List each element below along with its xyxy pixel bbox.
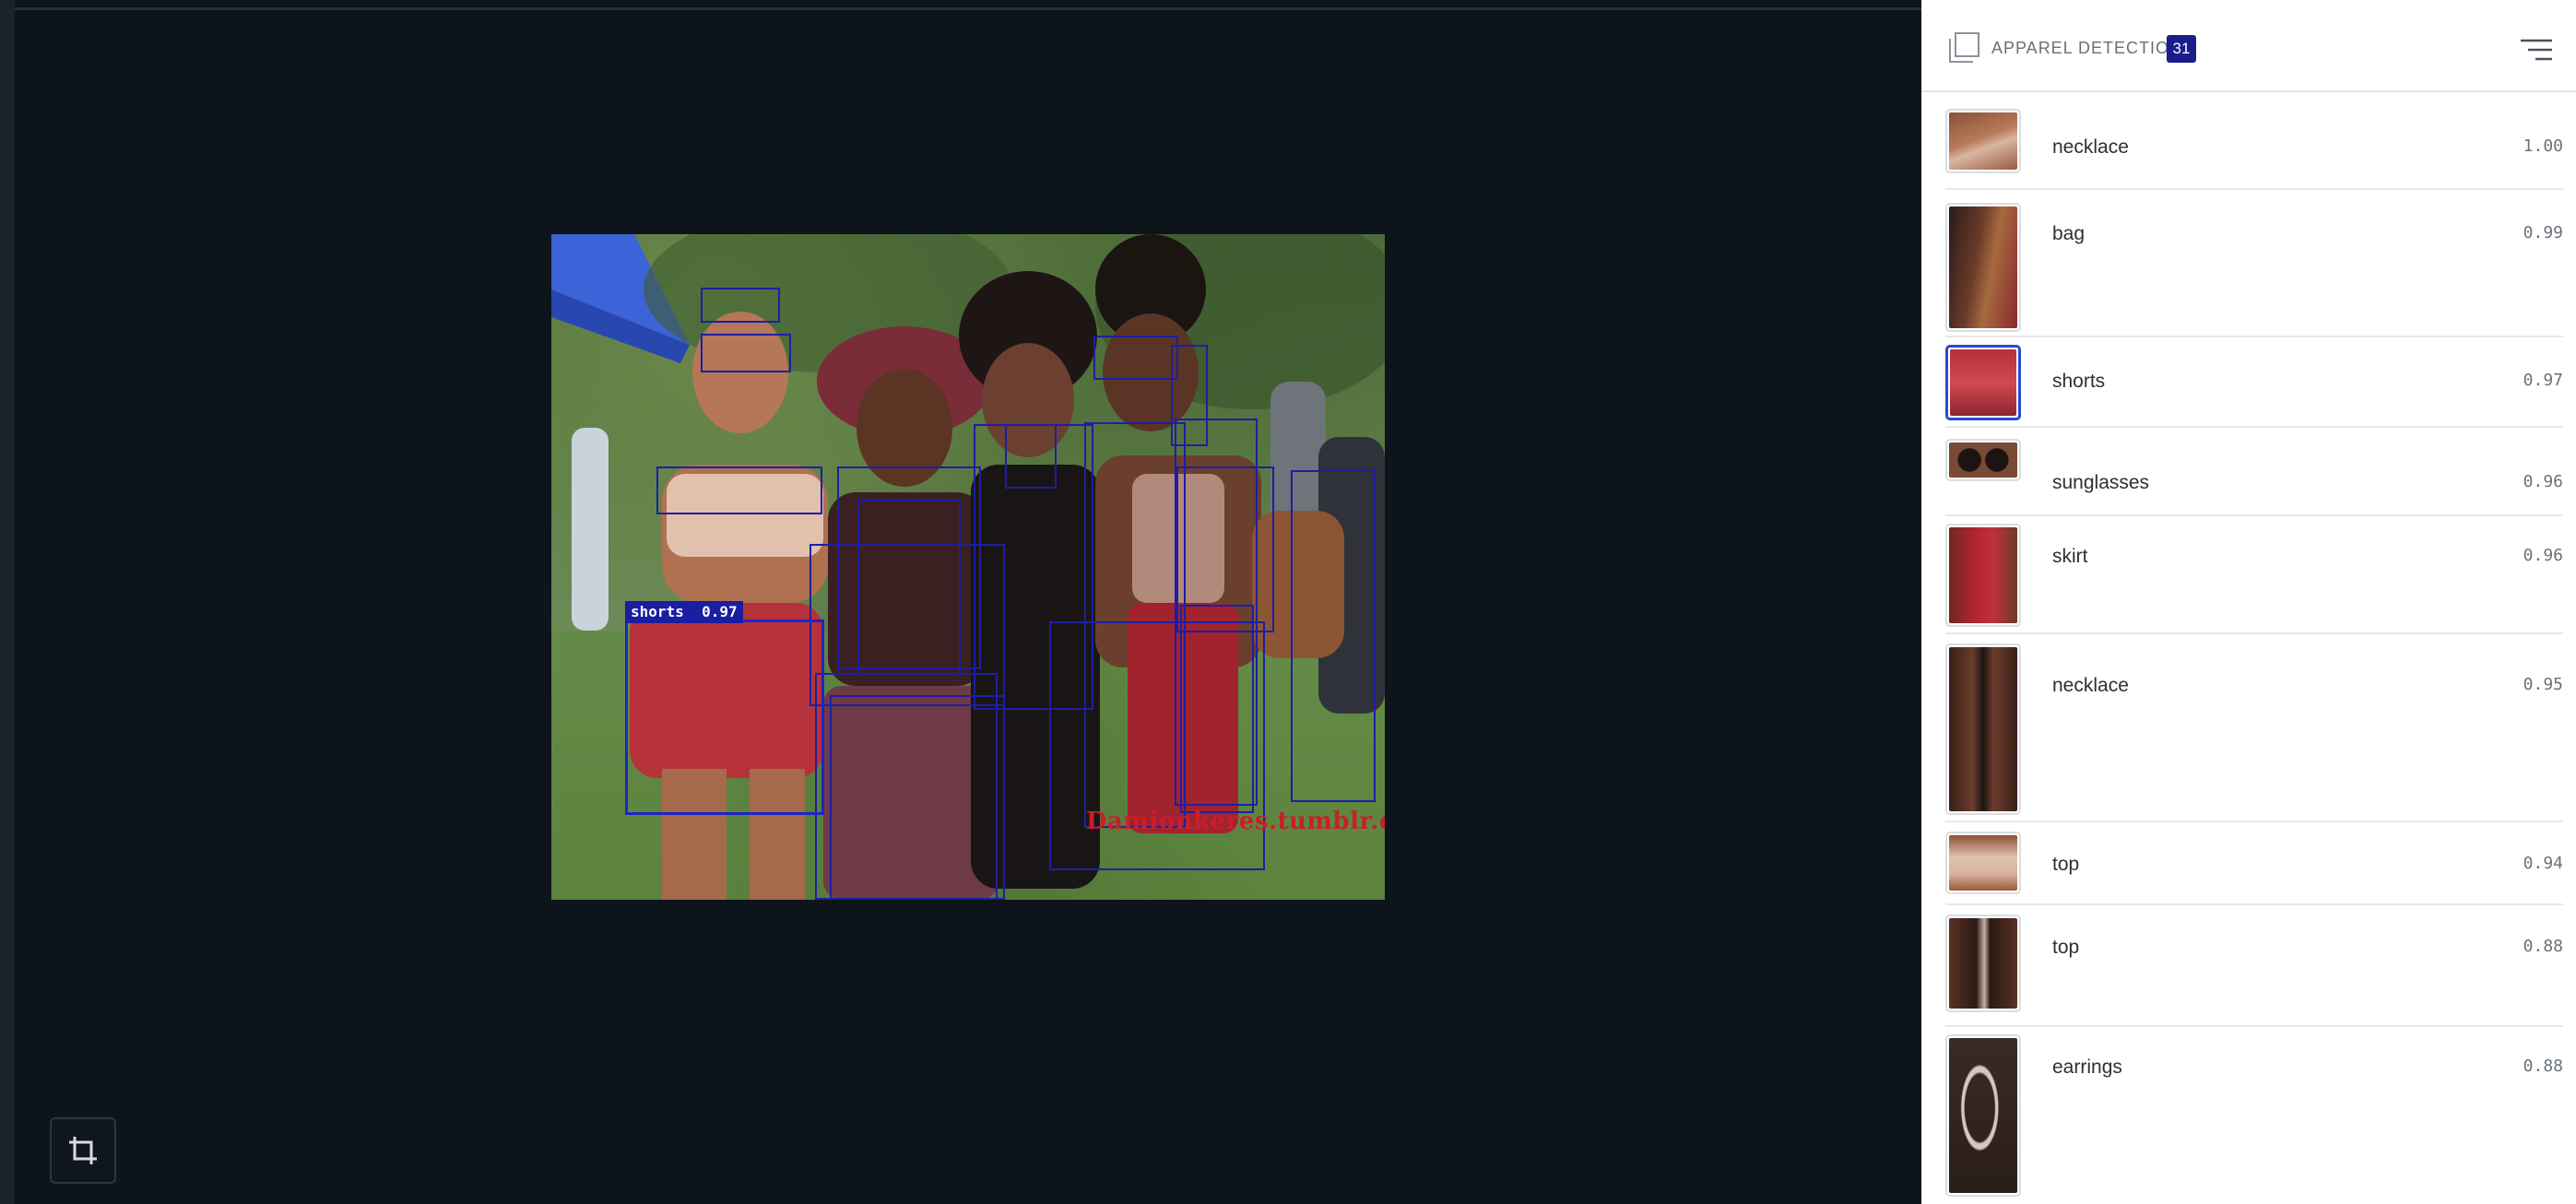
crop-icon bbox=[69, 1137, 97, 1164]
detection-count-badge: 31 bbox=[2167, 35, 2196, 63]
detection-list-item-selected[interactable]: shorts 0.97 bbox=[1945, 337, 2563, 428]
detection-label: top bbox=[2052, 854, 2080, 875]
detection-list-item[interactable]: necklace 1.00 bbox=[1945, 94, 2563, 190]
detection-list-item[interactable]: top 0.88 bbox=[1945, 905, 2563, 1027]
detection-score: 0.88 bbox=[2523, 937, 2563, 956]
detection-box-sunglasses-2[interactable] bbox=[1093, 336, 1178, 380]
detection-label: necklace bbox=[2052, 136, 2129, 158]
detection-score: 1.00 bbox=[2523, 136, 2563, 156]
detection-list: necklace 1.00 bag 0.99 shorts 0.97 sungl… bbox=[1945, 94, 2576, 1204]
detection-score: 0.99 bbox=[2523, 223, 2563, 242]
detection-list-item[interactable]: necklace 0.95 bbox=[1945, 634, 2563, 822]
detection-panel: APPAREL DETECTION 31 necklace 1.00 bag 0… bbox=[1921, 0, 2576, 1204]
main-image[interactable]: shorts 0.97 Damionkeres.tumblr.com bbox=[551, 234, 1385, 900]
detection-list-item[interactable]: bag 0.99 bbox=[1945, 190, 2563, 337]
detection-score: 0.88 bbox=[2523, 1056, 2563, 1076]
top-divider bbox=[15, 7, 1921, 10]
detection-box-shorts-selected[interactable] bbox=[625, 620, 824, 815]
left-edge-strip bbox=[0, 0, 15, 1204]
selected-detection-name: shorts bbox=[631, 603, 684, 620]
detection-list-item[interactable]: earrings 0.88 bbox=[1945, 1027, 2563, 1204]
detection-box-glasses[interactable] bbox=[701, 334, 791, 372]
detection-label: bag bbox=[2052, 223, 2086, 244]
detection-score: 0.96 bbox=[2523, 472, 2563, 491]
detection-thumbnail bbox=[1945, 832, 2021, 894]
detection-list-item[interactable]: sunglasses 0.96 bbox=[1945, 428, 2563, 516]
copy-icon[interactable] bbox=[1947, 31, 1980, 65]
selected-detection-label: shorts 0.97 bbox=[625, 601, 743, 623]
detection-label: sunglasses bbox=[2052, 472, 2150, 493]
sort-menu-icon[interactable] bbox=[2519, 37, 2554, 65]
detection-score: 0.95 bbox=[2523, 675, 2563, 694]
detection-box-jewelry[interactable] bbox=[1005, 424, 1057, 489]
detection-thumbnail bbox=[1945, 203, 2021, 332]
detection-thumbnail bbox=[1945, 524, 2021, 627]
panel-header: APPAREL DETECTION 31 bbox=[1921, 0, 2576, 92]
detection-score: 0.94 bbox=[2523, 854, 2563, 873]
detection-list-item[interactable]: top 0.94 bbox=[1945, 822, 2563, 905]
detection-thumbnail bbox=[1945, 643, 2021, 815]
detection-thumbnail-selected bbox=[1945, 345, 2021, 420]
detection-box-top[interactable] bbox=[656, 466, 822, 514]
detection-score: 0.96 bbox=[2523, 546, 2563, 565]
detection-label: top bbox=[2052, 937, 2080, 958]
detection-thumbnail bbox=[1945, 439, 2021, 481]
detection-thumbnail bbox=[1945, 915, 2021, 1012]
selected-detection-score: 0.97 bbox=[702, 603, 738, 620]
detection-list-item[interactable]: skirt 0.96 bbox=[1945, 516, 2563, 634]
crop-button[interactable] bbox=[50, 1117, 116, 1184]
detection-box-backpack[interactable] bbox=[1291, 470, 1376, 802]
detection-thumbnail bbox=[1945, 109, 2021, 173]
image-watermark: Damionkeres.tumblr.com bbox=[1086, 808, 1385, 835]
app-root: shorts 0.97 Damionkeres.tumblr.com APPAR… bbox=[0, 0, 2576, 1204]
detection-box-sunglasses[interactable] bbox=[701, 288, 780, 323]
detection-label: necklace bbox=[2052, 675, 2129, 696]
detection-label: shorts bbox=[2052, 371, 2106, 392]
detection-label: skirt bbox=[2052, 546, 2088, 567]
detection-label: earrings bbox=[2052, 1056, 2122, 1078]
panel-title: APPAREL DETECTION bbox=[1991, 39, 2183, 57]
detection-thumbnail bbox=[1945, 1034, 2021, 1197]
detection-score: 0.97 bbox=[2523, 371, 2563, 390]
detection-box-pants-2[interactable] bbox=[815, 673, 998, 900]
